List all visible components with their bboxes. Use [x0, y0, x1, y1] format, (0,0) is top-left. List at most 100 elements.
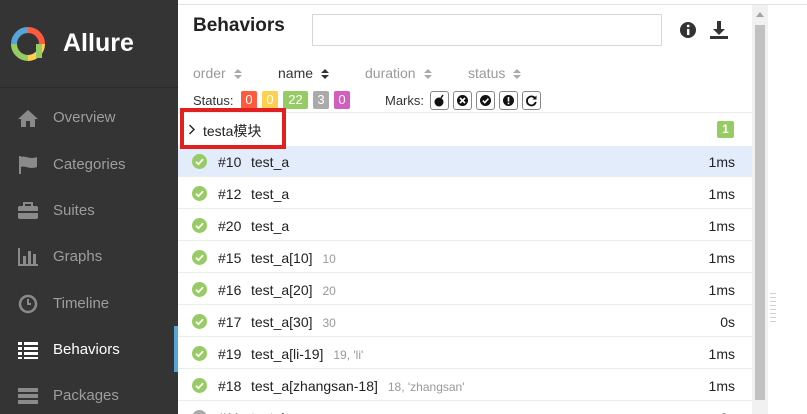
sidebar-item-graphs[interactable]: Graphs [0, 234, 178, 280]
test-row[interactable]: #19 test_a[li-19] 19, 'li' 1ms [178, 338, 752, 369]
test-name: test_a[li-19] 19, 'li' [251, 346, 363, 362]
sidebar-item-behaviors[interactable]: Behaviors [0, 327, 178, 373]
test-params: 20 [322, 284, 336, 298]
test-row[interactable]: #15 test_a[10] 10 1ms [178, 242, 752, 273]
check-circle-icon[interactable] [476, 91, 495, 110]
test-row[interactable]: #18 test_a[zhangsan-18] 18, 'zhangsan' 1ms [178, 370, 752, 401]
info-icon[interactable] [678, 20, 698, 40]
test-row[interactable]: #20 test_a 1ms [178, 210, 752, 241]
test-number: #19 [218, 346, 242, 362]
search-input[interactable] [312, 14, 662, 46]
passed-check-icon [192, 378, 207, 393]
test-name-text: test_a [251, 186, 290, 202]
sidebar-item-label: Behaviors [53, 341, 120, 358]
flag-icon [19, 156, 37, 174]
refresh-icon[interactable] [522, 91, 541, 110]
test-duration: 0s [720, 410, 735, 414]
passed-check-icon [192, 154, 207, 169]
status-passed-badge[interactable]: 22 [283, 91, 308, 109]
status-unknown-badge[interactable]: 0 [334, 91, 350, 109]
status-broken-badge[interactable]: 0 [262, 91, 278, 109]
test-row[interactable]: #11 test_b 0s [178, 402, 752, 414]
behavior-group-row[interactable]: testa模块 1 [178, 113, 752, 146]
test-params: 18, 'zhangsan' [387, 380, 465, 394]
briefcase-icon [18, 202, 38, 219]
test-name: test_a[10] 10 [251, 250, 336, 266]
sidebar-item-label: Timeline [53, 295, 110, 312]
sidebar-item-timeline[interactable]: Timeline [0, 281, 178, 327]
test-name-text: test_a [251, 154, 290, 170]
sort-arrows-icon [423, 69, 432, 80]
test-duration: 1ms [708, 250, 735, 266]
test-params: 10 [322, 252, 336, 266]
passed-check-icon [192, 314, 207, 329]
sort-by-order[interactable]: order [193, 65, 242, 81]
sort-arrows-icon [321, 69, 330, 80]
test-row[interactable]: #10 test_a 1ms [178, 146, 752, 177]
test-duration: 1ms [708, 186, 735, 202]
clock-icon [18, 294, 38, 314]
sidebar-item-overview[interactable]: Overview [0, 95, 178, 141]
passed-check-icon [192, 186, 207, 201]
test-name: test_a [251, 154, 299, 170]
sidebar-item-label: Categories [53, 156, 126, 173]
sidebar-item-label: Graphs [53, 248, 103, 265]
test-duration: 1ms [708, 378, 735, 394]
sidebar-item-categories[interactable]: Categories [0, 142, 178, 188]
status-label: Status: [193, 93, 234, 108]
scrollbar-thumb[interactable] [755, 25, 765, 400]
status-failed-badge[interactable]: 0 [241, 91, 257, 109]
test-number: #12 [218, 186, 242, 202]
sort-label: name [278, 65, 314, 81]
test-number: #11 [218, 410, 240, 414]
brand[interactable]: Allure [0, 0, 178, 87]
sort-by-duration[interactable]: duration [365, 65, 432, 81]
test-name: test_a[30] 30 [251, 314, 336, 330]
test-name-text: test_a[30] [251, 314, 313, 330]
test-duration: 0s [720, 314, 735, 330]
test-number: #18 [218, 378, 242, 394]
test-duration: 1ms [708, 154, 735, 170]
bomb-icon[interactable] [430, 91, 449, 110]
test-row[interactable]: #12 test_a 1ms [178, 178, 752, 209]
allure-logo-icon [11, 27, 45, 61]
filter-bar: Status: 0 0 22 3 0 Marks: [193, 91, 733, 111]
divider [0, 87, 178, 88]
scrollbar[interactable] [752, 5, 768, 414]
sidebar-item-label: Suites [53, 202, 95, 219]
group-name: testa模块 [203, 123, 262, 139]
page-title: Behaviors [193, 15, 285, 36]
test-name-text: test_a[20] [251, 282, 313, 298]
test-name: test_b [251, 410, 299, 414]
sidebar-item-packages[interactable]: Packages [0, 373, 178, 414]
test-params: 19, 'li' [333, 348, 364, 362]
resize-handle[interactable] [770, 293, 776, 323]
test-duration: 1ms [708, 282, 735, 298]
sort-label: duration [365, 65, 416, 81]
test-row[interactable]: #17 test_a[30] 30 0s [178, 306, 752, 337]
download-icon[interactable] [709, 20, 729, 40]
sort-bar: order name duration status [193, 65, 733, 81]
test-row[interactable]: #16 test_a[20] 20 1ms [178, 274, 752, 305]
passed-check-icon [192, 282, 207, 297]
test-number: #16 [218, 282, 242, 298]
exclamation-icon[interactable] [499, 91, 518, 110]
bar-chart-icon [18, 248, 38, 266]
status-skipped-badge[interactable]: 3 [313, 91, 329, 109]
test-name: test_a[20] 20 [251, 282, 336, 298]
chevron-right-icon [189, 124, 195, 135]
right-gutter [768, 5, 807, 414]
test-name-text: test_b [251, 410, 289, 414]
test-number: #17 [218, 314, 242, 330]
sidebar-item-suites[interactable]: Suites [0, 188, 178, 234]
no-entry-icon[interactable] [453, 91, 472, 110]
passed-check-icon [192, 250, 207, 265]
layers-icon [18, 388, 38, 404]
sort-by-name[interactable]: name [278, 65, 330, 81]
passed-check-icon [192, 346, 207, 361]
home-icon [18, 110, 38, 127]
test-number: #20 [218, 218, 242, 234]
scroll-up-icon[interactable] [756, 11, 764, 17]
sort-by-status[interactable]: status [468, 65, 522, 81]
test-name-text: test_a [251, 218, 290, 234]
